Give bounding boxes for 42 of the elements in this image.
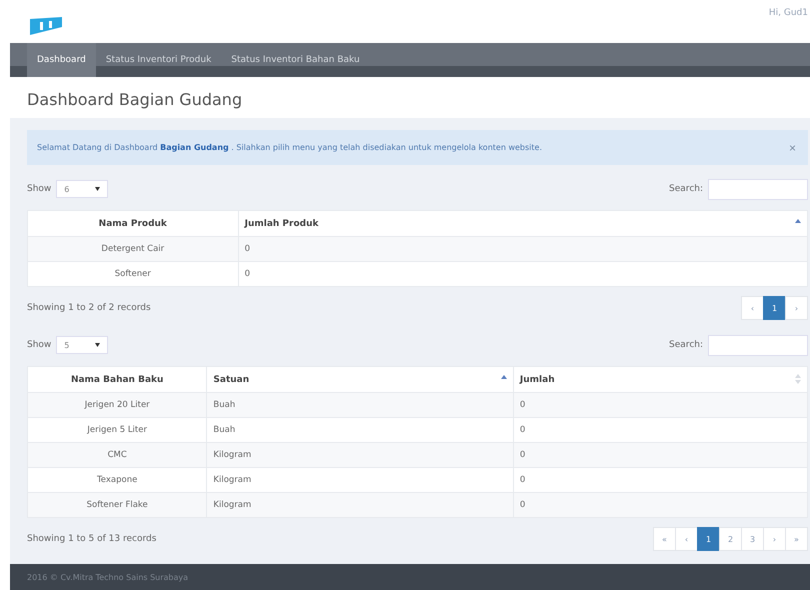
caret-icon xyxy=(95,187,100,191)
page-size-select[interactable]: 6 xyxy=(56,180,108,198)
table-cell: Kilogram xyxy=(206,492,514,518)
search-label: Search: xyxy=(669,340,703,350)
show-label: Show xyxy=(27,340,52,350)
search-field[interactable] xyxy=(708,334,808,356)
page-size-select[interactable]: 5 xyxy=(56,336,108,354)
page-button[interactable]: « xyxy=(653,527,676,551)
page-button[interactable]: 1 xyxy=(763,296,786,320)
page-button[interactable]: ‹ xyxy=(741,296,764,320)
page-button[interactable]: 3 xyxy=(741,527,764,551)
page-button[interactable]: » xyxy=(785,527,808,551)
column-header[interactable]: Nama Produk xyxy=(28,210,238,236)
page-button[interactable]: 2 xyxy=(719,527,742,551)
table-cell: 0 xyxy=(513,492,808,518)
column-header[interactable]: Satuan xyxy=(206,366,514,392)
nav-tab[interactable]: Status Inventori Produk xyxy=(96,43,222,77)
search-field[interactable] xyxy=(708,178,808,200)
page-title: Dashboard Bagian Gudang xyxy=(26,89,244,111)
page-button[interactable]: › xyxy=(763,527,786,551)
page-button[interactable]: ‹ xyxy=(675,527,698,551)
logo-icon xyxy=(30,17,62,35)
column-header[interactable]: Nama Bahan Baku xyxy=(28,366,207,392)
nav-tab[interactable]: Dashboard xyxy=(27,43,96,77)
greeting-link[interactable]: Hi, Gud1 xyxy=(768,8,808,18)
caret-icon xyxy=(95,343,100,347)
show-label: Show xyxy=(27,184,52,194)
search-label: Search: xyxy=(669,184,703,194)
nav-tab[interactable]: Status Inventori Bahan Baku xyxy=(221,43,370,77)
alert-message: Selamat Datang di Dashboard Bagian Gudang . Silahkan pilih menu yang telah disediakan untuk mengelola konten website. xyxy=(37,143,542,152)
table-cell: Softener xyxy=(28,262,238,286)
close-button[interactable]: × xyxy=(786,140,798,154)
column-header[interactable]: Jumlah xyxy=(513,366,808,392)
sort-icon xyxy=(795,374,801,384)
records-info: Showing 1 to 5 of 13 records xyxy=(27,534,156,544)
table-cell: Softener Flake xyxy=(28,492,207,518)
page-button[interactable]: › xyxy=(785,296,808,320)
records-info: Showing 1 to 2 of 2 records xyxy=(27,303,151,313)
page-button[interactable]: 1 xyxy=(697,527,720,551)
copyright-text: 2016 © Cv.Mitra Techno Sains Surabaya xyxy=(27,572,188,582)
table-cell: 0 xyxy=(238,262,808,286)
column-header[interactable]: Jumlah Produk xyxy=(238,210,808,236)
